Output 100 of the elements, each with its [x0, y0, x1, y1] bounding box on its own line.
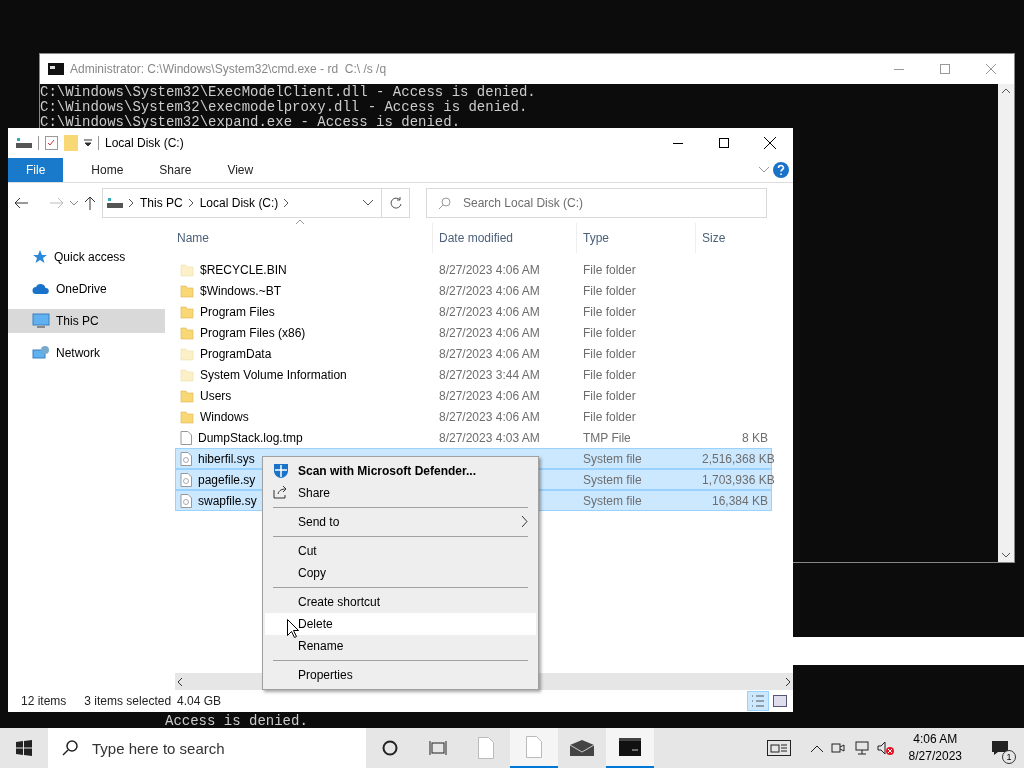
- nav-label: This PC: [56, 314, 99, 328]
- date-cell-text: 8/27/2023 4:06 AM: [438, 325, 541, 340]
- chevron-up-icon[interactable]: [810, 744, 823, 752]
- nav-item[interactable]: OneDrive: [8, 277, 165, 301]
- ribbon-tab[interactable]: View: [213, 158, 268, 182]
- type-cell-text: File folder: [582, 304, 637, 319]
- menu-item[interactable]: Create shortcut: [265, 591, 536, 613]
- address-bar[interactable]: This PC Local Disk (C:): [102, 188, 382, 218]
- maximize-icon[interactable]: [719, 138, 729, 148]
- breadcrumb[interactable]: This PC: [140, 196, 183, 210]
- type-cell-text: File folder: [582, 346, 637, 361]
- system-file-icon: [180, 451, 192, 466]
- network-icon[interactable]: [852, 741, 869, 755]
- chevron-down-icon[interactable]: [363, 200, 373, 206]
- camera-icon[interactable]: [830, 741, 845, 755]
- notification-count: 1: [1002, 750, 1016, 764]
- taskbar-app[interactable]: [606, 728, 654, 768]
- notification-button[interactable]: 1: [976, 728, 1024, 768]
- clock[interactable]: 4:06 AM 8/27/2023: [902, 731, 968, 765]
- speech-bubble-icon: [991, 740, 1009, 756]
- size-cell-text: 1,703,936 KB: [701, 472, 772, 487]
- file-row[interactable]: ProgramData 8/27/2023 4:06 AM File folder: [175, 343, 772, 364]
- search-box[interactable]: Search Local Disk (C:): [426, 188, 767, 218]
- taskbar-search-field[interactable]: Type here to search: [90, 738, 366, 758]
- menu-item[interactable]: Properties: [265, 664, 536, 686]
- menu-item[interactable]: Share: [265, 482, 536, 504]
- breadcrumb[interactable]: Local Disk (C:): [199, 196, 279, 210]
- scrollbar[interactable]: [998, 84, 1014, 562]
- file-name: Program Files (x86): [200, 325, 306, 340]
- chevron-up-icon[interactable]: [1002, 88, 1010, 93]
- taskbar-search-box[interactable]: Type here to search: [48, 728, 366, 768]
- console-icon[interactable]: [619, 738, 641, 756]
- drive-icon: [107, 197, 123, 209]
- news-icon[interactable]: [766, 740, 791, 756]
- date-cell-text: 8/27/2023 4:06 AM: [438, 262, 541, 277]
- window-title: Administrator: C:\Windows\System32\cmd.exe - rd C:\ /s /q: [70, 62, 387, 76]
- file-row[interactable]: Program Files (x86) 8/27/2023 4:06 AM File folder: [175, 322, 772, 343]
- nav-item[interactable]: Network: [8, 341, 165, 365]
- type-cell-text: File folder: [582, 283, 637, 298]
- envelope-icon[interactable]: [569, 739, 595, 757]
- speaker-muted-icon[interactable]: [876, 741, 895, 755]
- ribbon-tab[interactable]: Share: [145, 158, 206, 182]
- menu-item[interactable]: Cut: [265, 540, 536, 562]
- file-row[interactable]: Windows 8/27/2023 4:06 AM File folder: [175, 406, 772, 427]
- file-row[interactable]: $RECYCLE.BIN 8/27/2023 4:06 AM File folder: [175, 259, 772, 280]
- file-row[interactable]: Program Files 8/27/2023 4:06 AM File folder: [175, 301, 772, 322]
- column-header[interactable]: Size: [695, 223, 771, 253]
- file-row[interactable]: System Volume Information 8/27/2023 3:44 AM File folder: [175, 364, 772, 385]
- file-row[interactable]: Users 8/27/2023 4:06 AM File folder: [175, 385, 772, 406]
- date-cell-text: 8/27/2023 4:06 AM: [438, 283, 541, 298]
- help-icon[interactable]: [773, 162, 789, 178]
- date-cell-text: 8/27/2023 4:06 AM: [438, 388, 541, 403]
- checklist-icon[interactable]: [45, 136, 58, 150]
- type-cell-text: File folder: [582, 388, 637, 403]
- menu-item[interactable]: Send to: [265, 511, 536, 533]
- thumbnail-view-icon[interactable]: [773, 695, 787, 707]
- menu-item[interactable]: Delete: [265, 613, 536, 635]
- refresh-icon[interactable]: [389, 197, 402, 209]
- menu-item[interactable]: Copy: [265, 562, 536, 584]
- type-cell-text: System file: [582, 472, 643, 487]
- file-row[interactable]: $Windows.~BT 8/27/2023 4:06 AM File folder: [175, 280, 772, 301]
- chevron-down-icon[interactable]: [1002, 553, 1010, 558]
- file-menu-tab[interactable]: File: [8, 158, 64, 182]
- chevron-right-icon[interactable]: [786, 677, 791, 686]
- back-arrow-icon[interactable]: [14, 197, 28, 209]
- nav-item[interactable]: This PC: [8, 309, 165, 333]
- column-header[interactable]: Date modified: [432, 223, 576, 253]
- folder-icon: [180, 262, 194, 277]
- menu-item[interactable]: Scan with Microsoft Defender...: [265, 460, 536, 482]
- minimize-icon[interactable]: [673, 142, 683, 144]
- ribbon-tab[interactable]: Home: [77, 158, 138, 182]
- menu-item[interactable]: Rename: [265, 635, 536, 657]
- date-cell-text: 8/27/2023 3:44 AM: [438, 367, 541, 382]
- folder-icon: [180, 304, 194, 319]
- search-field[interactable]: Search Local Disk (C:): [461, 195, 766, 211]
- console-line: Access is denied.: [164, 714, 309, 728]
- file-icon: [180, 430, 192, 445]
- chevron-down-icon[interactable]: [70, 200, 78, 206]
- nav-item[interactable]: Quick access: [8, 245, 165, 269]
- console-line: C:\Windows\System32\ExecModelClient.dll - Access is denied.: [40, 85, 537, 100]
- file-row[interactable]: DumpStack.log.tmp 8/27/2023 4:03 AM TMP File 8 KB: [175, 427, 772, 448]
- type-cell-text: System file: [582, 493, 643, 508]
- type-cell-text: TMP File: [582, 430, 632, 445]
- chevron-right-icon: [188, 199, 194, 207]
- window-title: Local Disk (C:): [105, 136, 184, 150]
- column-header[interactable]: Type: [576, 223, 695, 253]
- up-arrow-icon[interactable]: [84, 196, 96, 210]
- chevron-left-icon[interactable]: [177, 677, 182, 686]
- date-cell-text: 8/27/2023 4:03 AM: [438, 430, 541, 445]
- file-name: pagefile.sy: [198, 472, 256, 487]
- column-header[interactable]: Name: [175, 223, 432, 253]
- close-icon[interactable]: [764, 137, 776, 149]
- file-name: swapfile.sy: [198, 493, 257, 508]
- console-icon: [48, 63, 64, 75]
- file-name: $Windows.~BT: [200, 283, 282, 298]
- selection-count: 3 items selected: [84, 694, 172, 708]
- caret-icon[interactable]: [84, 139, 92, 147]
- chevron-right-icon: [284, 199, 290, 207]
- circle-icon: [382, 740, 398, 756]
- type-cell-text: File folder: [582, 262, 637, 277]
